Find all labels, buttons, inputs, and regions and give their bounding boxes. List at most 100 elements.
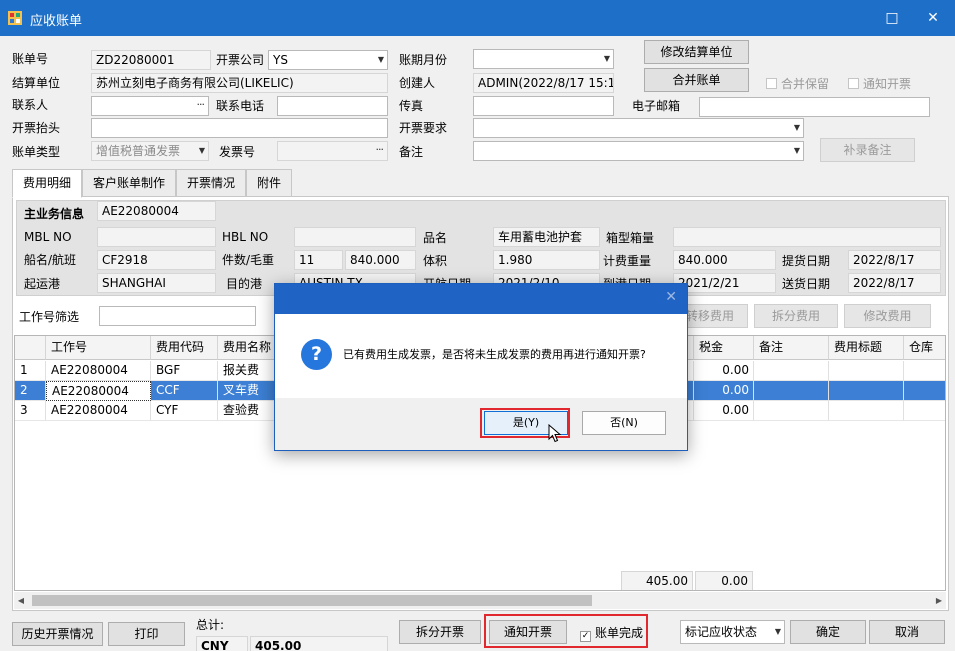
chevron-down-icon: ▼ bbox=[377, 55, 384, 64]
pol-field: SHANGHAI bbox=[97, 273, 216, 293]
close-button[interactable]: ✕ bbox=[920, 6, 946, 30]
notify-invoice-checkbox[interactable]: 通知开票 bbox=[848, 76, 911, 92]
bill-no-field[interactable]: ZD22080001 bbox=[91, 50, 211, 70]
phone-input[interactable] bbox=[277, 96, 388, 116]
delivery-date-value: 2022/8/17 bbox=[853, 276, 915, 290]
invoice-company-value: YS bbox=[273, 53, 288, 67]
tab-attachment[interactable]: 附件 bbox=[246, 169, 292, 197]
tab-fee-detail[interactable]: 费用明细 bbox=[12, 169, 82, 198]
notify-invoice-check-label: 通知开票 bbox=[863, 77, 912, 91]
cell-code[interactable]: BGF bbox=[151, 361, 218, 381]
cell-code[interactable]: CYF bbox=[151, 401, 218, 421]
chevron-down-icon: ▼ bbox=[793, 146, 800, 155]
fax-input[interactable] bbox=[473, 96, 614, 116]
email-input[interactable] bbox=[699, 97, 930, 117]
grid-header-remark[interactable]: 备注 bbox=[754, 336, 829, 360]
merge-bill-button[interactable]: 合并账单 bbox=[644, 68, 749, 92]
currency-field: CNY bbox=[196, 636, 248, 651]
cell-remark[interactable] bbox=[754, 401, 829, 421]
grid-header-job[interactable]: 工作号 bbox=[46, 336, 151, 360]
business-section-label: 主业务信息 bbox=[24, 207, 85, 221]
cell-job[interactable]: AE22080004 bbox=[46, 401, 151, 421]
invoice-history-button[interactable]: 历史开票情况 bbox=[12, 622, 103, 646]
confirm-dialog: ✕ ? 已有费用生成发票，是否将未生成发票的费用再进行通知开票? 是(Y) 否(… bbox=[274, 283, 688, 451]
remark-select[interactable]: ▼ bbox=[473, 141, 804, 161]
total-field: 405.00 bbox=[250, 636, 388, 651]
grid-header-tax[interactable]: 税金 bbox=[694, 336, 754, 360]
ellipsis-icon[interactable]: ··· bbox=[376, 142, 384, 159]
tab-customer-bill[interactable]: 客户账单制作 bbox=[82, 169, 176, 197]
cell-tax[interactable]: 0.00 bbox=[694, 381, 754, 401]
scrollbar-thumb[interactable] bbox=[32, 595, 592, 606]
maximize-button[interactable]: □ bbox=[879, 6, 905, 30]
cell-remark[interactable] bbox=[754, 361, 829, 381]
job-filter-input[interactable] bbox=[99, 306, 256, 326]
volume-value: 1.980 bbox=[498, 253, 533, 267]
goods-field: 车用蓄电池护套 bbox=[493, 227, 600, 247]
gross-weight-field: 840.000 bbox=[345, 250, 416, 270]
hbl-label: HBL NO bbox=[222, 230, 269, 244]
row-index: 1 bbox=[15, 361, 46, 381]
tab-invoice-status[interactable]: 开票情况 bbox=[176, 169, 246, 197]
invoice-no-field[interactable]: ··· bbox=[277, 141, 388, 161]
cancel-button[interactable]: 取消 bbox=[869, 620, 945, 644]
cell-job-focused[interactable]: AE22080004 bbox=[46, 381, 151, 401]
supplement-remark-button[interactable]: 补录备注 bbox=[820, 138, 915, 162]
scroll-left-icon[interactable]: ◀ bbox=[14, 592, 28, 609]
invoice-header-input[interactable] bbox=[91, 118, 388, 138]
scroll-right-icon[interactable]: ▶ bbox=[932, 592, 946, 609]
charge-weight-field: 840.000 bbox=[673, 250, 776, 270]
cell-title[interactable] bbox=[829, 401, 904, 421]
cell-title[interactable] bbox=[829, 361, 904, 381]
print-button[interactable]: 打印 bbox=[108, 622, 185, 646]
cell-tax[interactable]: 0.00 bbox=[694, 401, 754, 421]
cell-tax[interactable]: 0.00 bbox=[694, 361, 754, 381]
merge-keep-checkbox[interactable]: 合并保留 bbox=[766, 76, 829, 92]
goods-value: 车用蓄电池护套 bbox=[498, 230, 583, 244]
confirm-button[interactable]: 确定 bbox=[790, 620, 866, 644]
cell-store[interactable] bbox=[904, 381, 945, 401]
split-fee-button[interactable]: 拆分费用 bbox=[754, 304, 838, 328]
checkbox-box bbox=[766, 78, 777, 89]
bill-type-select[interactable]: 增值税普通发票 ▼ bbox=[91, 141, 209, 161]
invoice-req-select[interactable]: ▼ bbox=[473, 118, 804, 138]
settle-unit-field[interactable]: 苏州立刻电子商务有限公司(LIKELIC) bbox=[91, 73, 388, 93]
grid-header-title[interactable]: 费用标题 bbox=[829, 336, 904, 360]
period-select[interactable]: ▼ bbox=[473, 49, 614, 69]
app-grid-icon bbox=[8, 11, 22, 25]
invoice-company-label: 开票公司 bbox=[216, 53, 265, 67]
chevron-down-icon: ▼ bbox=[198, 146, 205, 155]
ellipsis-icon[interactable]: ··· bbox=[197, 97, 205, 114]
no-button[interactable]: 否(N) bbox=[582, 411, 666, 435]
main-job-no-value: AE22080004 bbox=[102, 204, 179, 218]
cell-code[interactable]: CCF bbox=[151, 381, 218, 401]
total-label: 总计: bbox=[196, 618, 225, 632]
invoice-no-label: 发票号 bbox=[219, 145, 256, 159]
settle-unit-value: 苏州立刻电子商务有限公司(LIKELIC) bbox=[96, 76, 294, 90]
modify-settle-unit-button[interactable]: 修改结算单位 bbox=[644, 40, 749, 64]
grid-header-code[interactable]: 费用代码 bbox=[151, 336, 218, 360]
horizontal-scrollbar[interactable]: ◀ ▶ bbox=[14, 592, 946, 609]
remark-label: 备注 bbox=[399, 145, 424, 159]
cell-remark[interactable] bbox=[754, 381, 829, 401]
mark-status-select[interactable]: 标记应收状态 ▼ bbox=[680, 620, 785, 644]
modify-fee-button[interactable]: 修改费用 bbox=[844, 304, 931, 328]
pieces-field: 11 bbox=[294, 250, 343, 270]
cell-store[interactable] bbox=[904, 401, 945, 421]
creator-field: ADMIN(2022/8/17 15:1 bbox=[473, 73, 614, 93]
pickup-date-label: 提货日期 bbox=[782, 254, 831, 268]
gross-weight-value: 840.000 bbox=[350, 253, 400, 267]
contact-input[interactable]: ··· bbox=[91, 96, 209, 116]
cell-title[interactable] bbox=[829, 381, 904, 401]
volume-label: 体积 bbox=[423, 254, 448, 268]
close-icon[interactable]: ✕ bbox=[665, 289, 677, 305]
grid-header-store[interactable]: 仓库 bbox=[904, 336, 945, 360]
invoice-company-select[interactable]: YS ▼ bbox=[268, 50, 388, 70]
chevron-down-icon: ▼ bbox=[793, 123, 800, 132]
cell-job[interactable]: AE22080004 bbox=[46, 361, 151, 381]
hbl-field bbox=[294, 227, 416, 247]
period-label: 账期月份 bbox=[399, 53, 448, 67]
cell-store[interactable] bbox=[904, 361, 945, 381]
split-invoice-button[interactable]: 拆分开票 bbox=[399, 620, 481, 644]
bill-type-value: 增值税普通发票 bbox=[96, 144, 181, 158]
